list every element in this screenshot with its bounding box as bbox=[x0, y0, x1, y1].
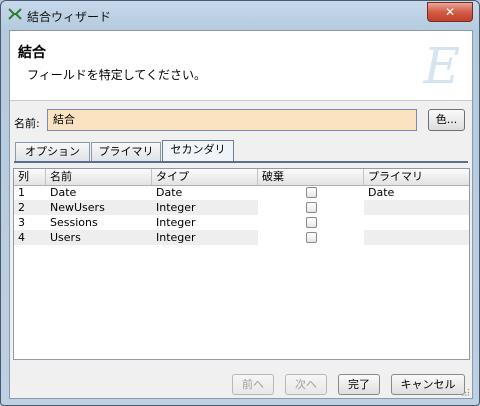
discard-checkbox[interactable] bbox=[306, 202, 317, 213]
back-button[interactable]: 前へ bbox=[232, 374, 274, 395]
tab-primary[interactable]: プライマリ bbox=[91, 142, 161, 161]
discard-checkbox[interactable] bbox=[306, 217, 317, 228]
close-button[interactable]: ✕ bbox=[427, 2, 473, 22]
column-header-col[interactable]: 列 bbox=[14, 169, 46, 185]
window-title: 結合ウィザード bbox=[27, 10, 112, 24]
finish-button[interactable]: 完了 bbox=[338, 374, 380, 395]
table-header: 列 名前 タイプ 破棄 プライマリ bbox=[14, 169, 469, 186]
cell-col: 1 bbox=[18, 186, 25, 199]
wizard-header: 結合 フィールドを特定してください。 E bbox=[10, 31, 472, 101]
cell-primary bbox=[364, 230, 469, 245]
table-row[interactable]: 4 Users Integer bbox=[14, 230, 469, 245]
cell-primary: Date bbox=[368, 186, 395, 199]
page-title: 結合 bbox=[18, 45, 46, 61]
tab-divider bbox=[14, 161, 468, 163]
column-header-primary[interactable]: プライマリ bbox=[364, 169, 469, 185]
discard-checkbox[interactable] bbox=[306, 187, 317, 198]
next-button[interactable]: 次へ bbox=[285, 374, 327, 395]
name-label: 名前: bbox=[14, 117, 40, 130]
title-bar[interactable]: 結合ウィザード ✕ bbox=[1, 1, 479, 29]
cell-type: Integer bbox=[156, 216, 196, 229]
cell-name: Date bbox=[50, 186, 77, 199]
logo-watermark: E bbox=[423, 37, 461, 95]
column-header-discard[interactable]: 破棄 bbox=[258, 169, 364, 185]
join-wizard-app-icon bbox=[8, 8, 22, 20]
close-icon: ✕ bbox=[444, 5, 456, 19]
cell-name: Users bbox=[50, 231, 81, 244]
tab-options[interactable]: オプション bbox=[15, 142, 90, 161]
discard-checkbox[interactable] bbox=[306, 232, 317, 243]
wizard-body: 結合 フィールドを特定してください。 E 名前: 結合 色... オプション プ… bbox=[9, 30, 473, 399]
tab-secondary[interactable]: セカンダリ bbox=[162, 140, 234, 162]
resize-grip-icon[interactable] bbox=[462, 388, 470, 396]
cell-col: 4 bbox=[18, 231, 25, 244]
cell-col: 3 bbox=[18, 216, 25, 229]
column-header-name[interactable]: 名前 bbox=[46, 169, 152, 185]
table-row[interactable]: 2 NewUsers Integer bbox=[14, 200, 469, 215]
cell-type: Date bbox=[156, 186, 183, 199]
name-input[interactable]: 結合 bbox=[47, 109, 417, 131]
cell-col: 2 bbox=[18, 201, 25, 214]
cell-primary bbox=[364, 200, 469, 215]
page-subtitle: フィールドを特定してください。 bbox=[27, 68, 207, 82]
column-header-type[interactable]: タイプ bbox=[152, 169, 258, 185]
cell-type: Integer bbox=[156, 201, 196, 214]
table-row[interactable]: 1 Date Date Date bbox=[14, 185, 469, 200]
field-table: 列 名前 タイプ 破棄 プライマリ 1 Date Date Date 2 New… bbox=[13, 168, 470, 360]
cell-name: Sessions bbox=[50, 216, 98, 229]
cell-name: NewUsers bbox=[50, 201, 105, 214]
table-row[interactable]: 3 Sessions Integer bbox=[14, 215, 469, 230]
wizard-window: 結合ウィザード ✕ 結合 フィールドを特定してください。 E 名前: 結合 色.… bbox=[0, 0, 480, 406]
cancel-button[interactable]: キャンセル bbox=[391, 374, 465, 395]
cell-type: Integer bbox=[156, 231, 196, 244]
cell-primary bbox=[364, 215, 469, 230]
color-button[interactable]: 色... bbox=[428, 109, 465, 131]
